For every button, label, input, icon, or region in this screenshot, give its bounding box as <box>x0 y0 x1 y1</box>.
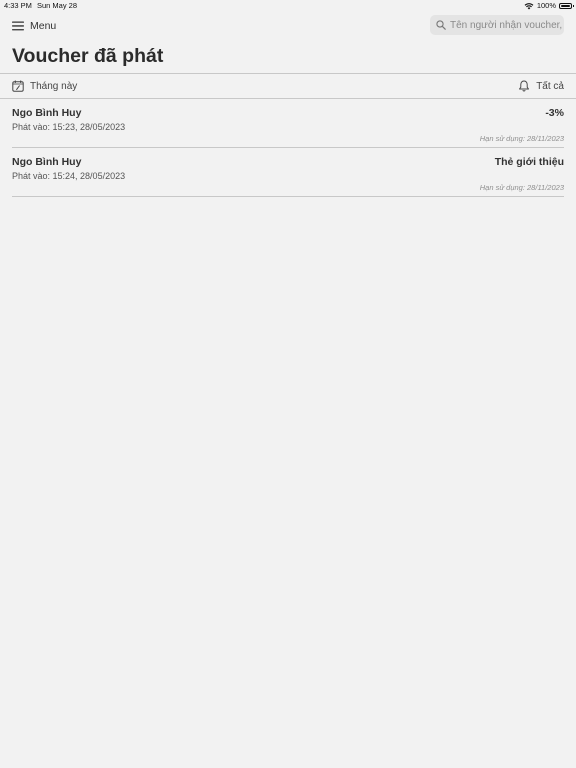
battery-percent: 100% <box>536 1 556 10</box>
voucher-issued-time: Phát vào: 15:24, 28/05/2023 <box>12 171 126 181</box>
status-bar: 4:33 PM Sun May 28 100% <box>0 0 576 12</box>
type-filter-label: Tất cả <box>536 80 564 92</box>
status-time: 4:33 PM <box>4 1 32 10</box>
voucher-expiry: Hạn sử dụng: 28/11/2023 <box>479 183 564 192</box>
calendar-icon <box>12 80 24 92</box>
status-date: Sun May 28 <box>37 1 78 10</box>
bell-icon <box>518 80 530 92</box>
voucher-value: -3% <box>545 107 564 119</box>
voucher-item[interactable]: Ngo Bình Huy Phát vào: 15:23, 28/05/2023… <box>12 99 564 147</box>
row-divider <box>12 196 564 197</box>
page-title: Voucher đã phát <box>12 45 164 67</box>
voucher-issued-time: Phát vào: 15:23, 28/05/2023 <box>12 122 126 132</box>
menu-label: Menu <box>30 20 57 32</box>
battery-icon <box>559 2 574 9</box>
voucher-recipient: Ngo Bình Huy <box>12 107 82 119</box>
type-filter-button[interactable]: Tất cả <box>518 79 564 93</box>
search-icon <box>436 20 446 30</box>
header-divider <box>0 73 576 74</box>
period-filter-label: Tháng này <box>30 80 78 92</box>
period-filter-button[interactable]: Tháng này <box>12 79 77 93</box>
menu-button[interactable]: Menu <box>12 17 56 35</box>
voucher-value: Thẻ giới thiệu <box>494 156 564 168</box>
search-box[interactable] <box>430 15 564 35</box>
status-indicators: 100% <box>524 1 574 10</box>
hamburger-icon <box>12 21 24 31</box>
voucher-expiry: Hạn sử dụng: 28/11/2023 <box>479 134 564 143</box>
battery-fill <box>561 4 570 7</box>
wifi-icon <box>524 2 534 10</box>
search-input[interactable] <box>450 19 562 31</box>
voucher-item[interactable]: Ngo Bình Huy Phát vào: 15:24, 28/05/2023… <box>12 148 564 196</box>
voucher-recipient: Ngo Bình Huy <box>12 156 82 168</box>
